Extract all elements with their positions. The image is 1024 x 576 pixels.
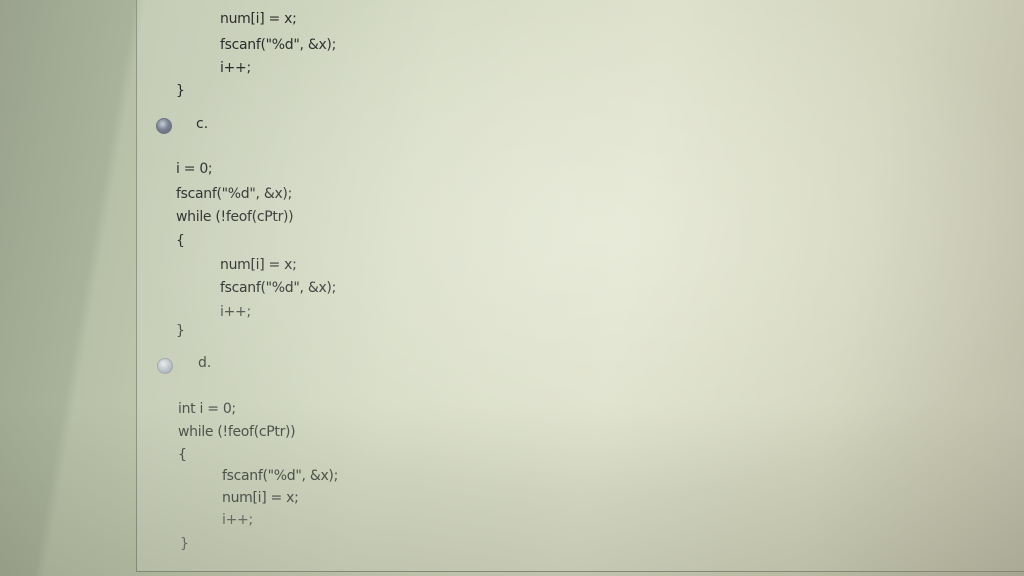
code-brace: { bbox=[178, 447, 187, 463]
code-brace: } bbox=[176, 323, 185, 339]
code-brace: } bbox=[176, 83, 185, 99]
code-line: i++; bbox=[222, 512, 253, 528]
code-brace: { bbox=[176, 233, 185, 249]
code-line: fscanf("%d", &x); bbox=[220, 280, 337, 296]
option-c-radio[interactable] bbox=[156, 118, 172, 134]
code-line: num[i] = x; bbox=[220, 11, 297, 27]
code-line: fscanf("%d", &x); bbox=[176, 186, 293, 202]
code-line: fscanf("%d", &x); bbox=[222, 468, 339, 484]
code-line: while (!feof(cPtr)) bbox=[178, 424, 296, 440]
code-line: num[i] = x; bbox=[222, 490, 299, 506]
code-line: i = 0; bbox=[176, 161, 213, 177]
code-line: fscanf("%d", &x); bbox=[220, 37, 337, 53]
code-line: i++; bbox=[220, 60, 251, 76]
code-brace: } bbox=[180, 536, 189, 552]
option-d-label[interactable]: d. bbox=[198, 354, 211, 372]
code-line: while (!feof(cPtr)) bbox=[176, 209, 294, 225]
code-line: num[i] = x; bbox=[220, 257, 297, 273]
option-c-label[interactable]: c. bbox=[196, 115, 208, 133]
code-line: i++; bbox=[220, 304, 251, 320]
option-d-radio[interactable] bbox=[157, 358, 173, 374]
code-line: int i = 0; bbox=[178, 401, 236, 417]
